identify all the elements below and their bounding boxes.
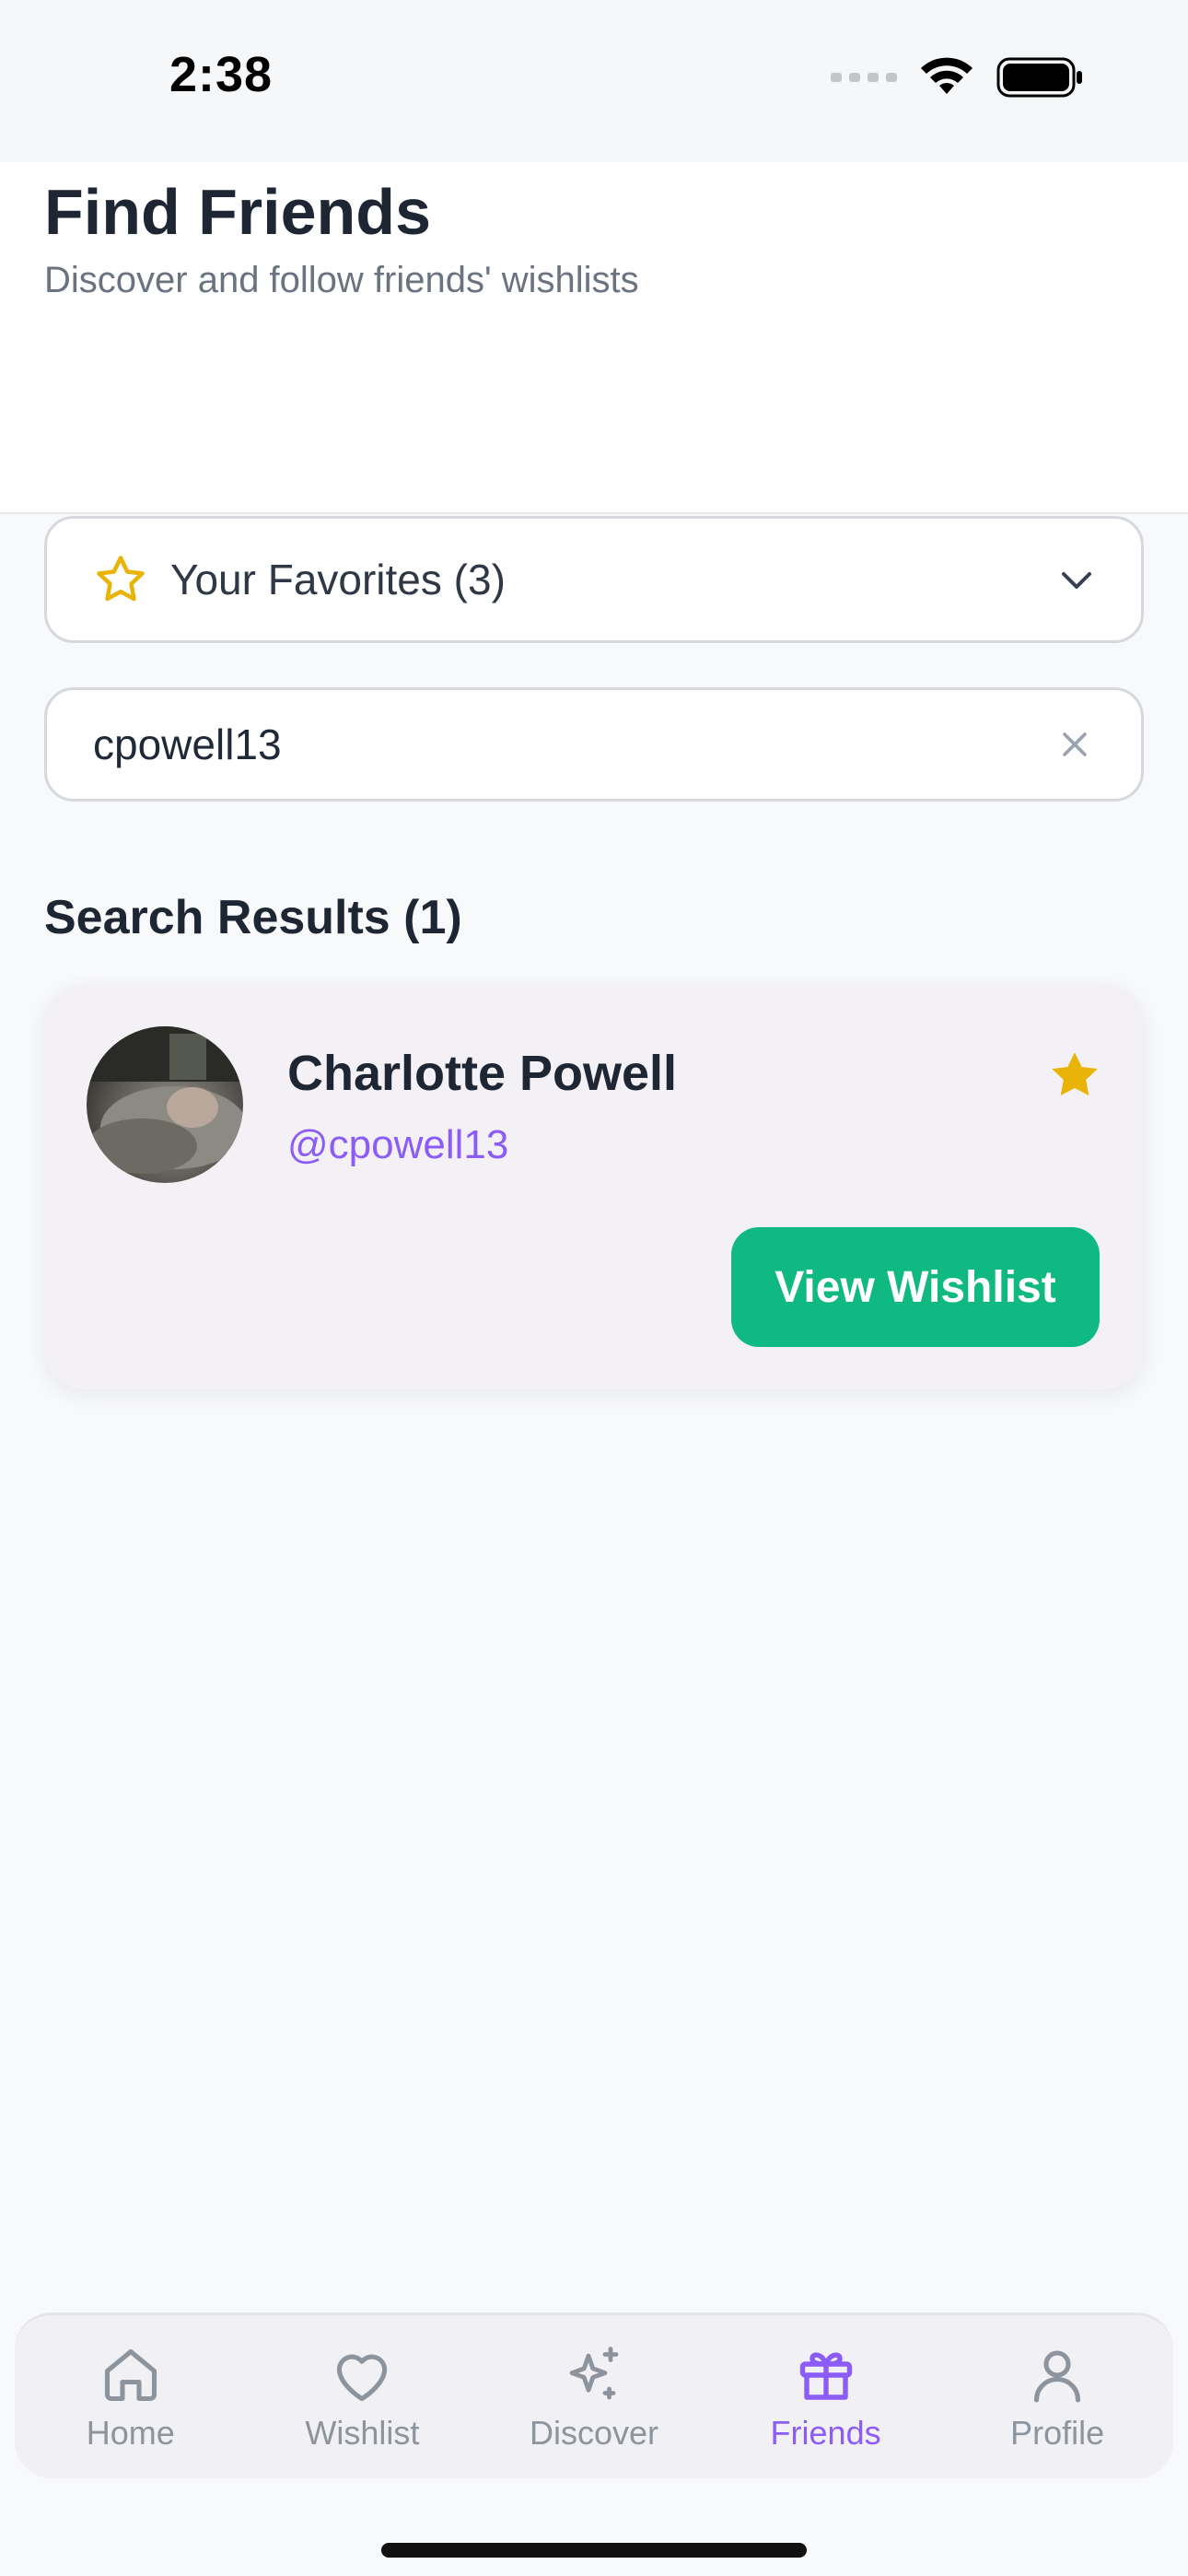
status-time: 2:38 — [169, 47, 274, 102]
home-indicator[interactable] — [381, 2543, 807, 2558]
page-subtitle: Discover and follow friends' wishlists — [44, 260, 639, 300]
tab-wishlist-label: Wishlist — [305, 2413, 420, 2452]
page-title: Find Friends — [44, 176, 431, 248]
search-results-title: Search Results (1) — [44, 891, 462, 944]
wifi-icon — [921, 57, 973, 94]
avatar-photo — [87, 1026, 243, 1174]
status-indicators — [831, 57, 1085, 98]
battery-icon — [996, 57, 1082, 98]
tab-bar: Home Wishlist Discover Friends Profile — [15, 2313, 1173, 2478]
tab-wishlist[interactable]: Wishlist — [251, 2342, 472, 2453]
tab-home[interactable]: Home — [20, 2342, 241, 2453]
favorites-dropdown[interactable]: Your Favorites (3) — [44, 516, 1144, 643]
heart-icon — [337, 2354, 388, 2401]
search-field[interactable] — [44, 687, 1144, 802]
user-icon — [1034, 2349, 1081, 2403]
view-wishlist-button[interactable]: View Wishlist — [731, 1227, 1100, 1347]
home-icon — [104, 2348, 157, 2401]
cellular-signal-icon — [831, 73, 897, 82]
tab-friends[interactable]: Friends — [716, 2342, 937, 2453]
tab-friends-label: Friends — [770, 2413, 881, 2452]
friend-username: @cpowell13 — [287, 1122, 509, 1167]
status-bar: 2:38 — [0, 0, 1188, 162]
tab-discover-label: Discover — [529, 2413, 658, 2452]
tab-home-label: Home — [86, 2413, 175, 2452]
tab-discover[interactable]: Discover — [483, 2342, 705, 2453]
avatar — [87, 1026, 243, 1183]
friend-result-card[interactable]: Charlotte Powell @cpowell13 View Wishlis… — [44, 984, 1144, 1389]
chevron-down-icon — [1062, 572, 1091, 589]
tab-profile[interactable]: Profile — [947, 2342, 1168, 2453]
clear-icon[interactable] — [1054, 724, 1095, 765]
gift-icon — [799, 2351, 852, 2400]
sparkles-icon — [569, 2346, 619, 2399]
star-outline-icon — [97, 556, 145, 602]
search-input[interactable] — [93, 720, 1054, 769]
tab-profile-label: Profile — [1010, 2413, 1105, 2452]
favorite-star-icon[interactable] — [1046, 1047, 1103, 1104]
friend-name: Charlotte Powell — [287, 1046, 678, 1101]
favorites-label: Your Favorites (3) — [170, 556, 506, 603]
